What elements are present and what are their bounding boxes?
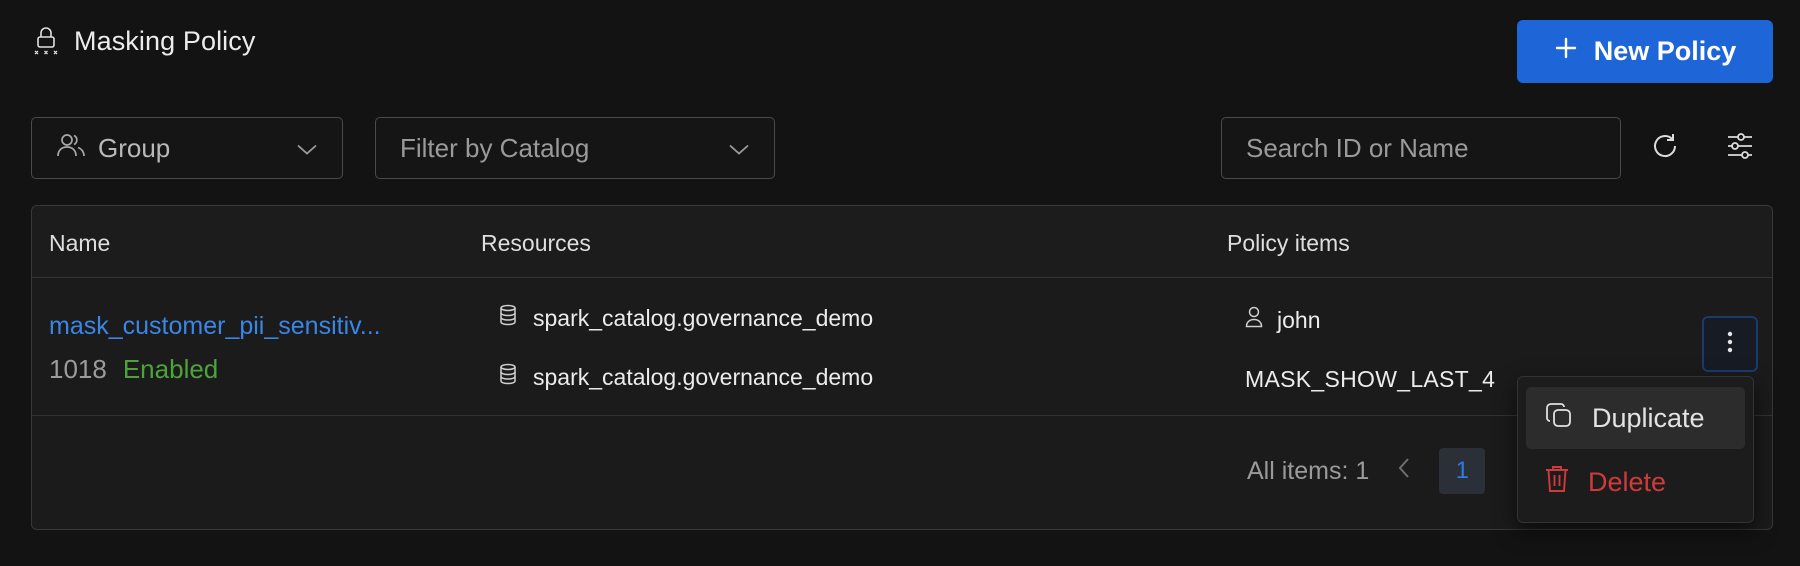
more-vertical-icon bbox=[1726, 330, 1734, 359]
column-header-policy-items: Policy items bbox=[1227, 230, 1350, 256]
sliders-icon bbox=[1725, 131, 1755, 166]
group-select-label: Group bbox=[98, 132, 171, 163]
search-input[interactable]: Search ID or Name bbox=[1221, 117, 1621, 179]
pagination: All items: 1 1 bbox=[1247, 448, 1486, 494]
catalog-filter-select[interactable]: Filter by Catalog bbox=[375, 117, 775, 179]
policy-table: Name Resources Policy items mask_custome… bbox=[31, 205, 1773, 530]
resource-name: spark_catalog.governance_demo bbox=[533, 304, 874, 331]
delete-label: Delete bbox=[1588, 466, 1667, 497]
chevron-down-icon bbox=[728, 133, 750, 164]
mask-lock-icon bbox=[32, 24, 60, 58]
refresh-button[interactable] bbox=[1641, 124, 1689, 172]
delete-menu-item[interactable]: Delete bbox=[1526, 451, 1745, 513]
duplicate-menu-item[interactable]: Duplicate bbox=[1526, 387, 1745, 449]
column-header-name: Name bbox=[49, 230, 111, 256]
trash-icon bbox=[1544, 464, 1570, 501]
page-number-current[interactable]: 1 bbox=[1439, 448, 1486, 494]
catalog-filter-placeholder: Filter by Catalog bbox=[400, 132, 590, 163]
resource-item: spark_catalog.governance_demo bbox=[499, 304, 873, 332]
table-row: mask_customer_pii_sensitiv... 1018 Enabl… bbox=[32, 278, 1772, 416]
page-title: Masking Policy bbox=[74, 25, 256, 56]
chevron-down-icon bbox=[296, 133, 318, 164]
new-policy-button[interactable]: New Policy bbox=[1517, 20, 1773, 83]
row-actions-menu: Duplicate Delete bbox=[1517, 376, 1754, 523]
copy-icon bbox=[1544, 400, 1574, 437]
prev-page-icon[interactable] bbox=[1397, 457, 1411, 486]
column-header-resources: Resources bbox=[481, 230, 591, 256]
policy-name-link[interactable]: mask_customer_pii_sensitiv... bbox=[49, 312, 449, 341]
plus-icon bbox=[1554, 36, 1578, 67]
group-select[interactable]: Group bbox=[31, 117, 343, 179]
refresh-icon bbox=[1649, 130, 1681, 167]
page-header: Masking Policy bbox=[32, 24, 255, 58]
search-placeholder: Search ID or Name bbox=[1246, 132, 1469, 163]
policy-mask-type: MASK_SHOW_LAST_4 bbox=[1245, 366, 1496, 392]
policy-user: john bbox=[1245, 306, 1320, 334]
users-icon bbox=[56, 132, 86, 165]
resource-name: spark_catalog.governance_demo bbox=[533, 363, 874, 390]
resource-item: spark_catalog.governance_demo bbox=[499, 363, 873, 391]
row-actions-button[interactable] bbox=[1702, 316, 1758, 372]
policy-user-name: john bbox=[1277, 306, 1321, 333]
status-badge: Enabled bbox=[122, 354, 219, 384]
database-icon bbox=[499, 363, 517, 391]
table-header: Name Resources Policy items bbox=[32, 206, 1772, 278]
duplicate-label: Duplicate bbox=[1592, 402, 1705, 433]
column-settings-button[interactable] bbox=[1716, 124, 1764, 172]
user-icon bbox=[1245, 306, 1263, 334]
policy-meta: 1018 Enabled bbox=[49, 354, 218, 385]
new-policy-label: New Policy bbox=[1593, 36, 1737, 66]
total-items-label: All items: 1 bbox=[1247, 456, 1370, 485]
policy-id: 1018 bbox=[49, 354, 107, 384]
database-icon bbox=[499, 304, 517, 332]
